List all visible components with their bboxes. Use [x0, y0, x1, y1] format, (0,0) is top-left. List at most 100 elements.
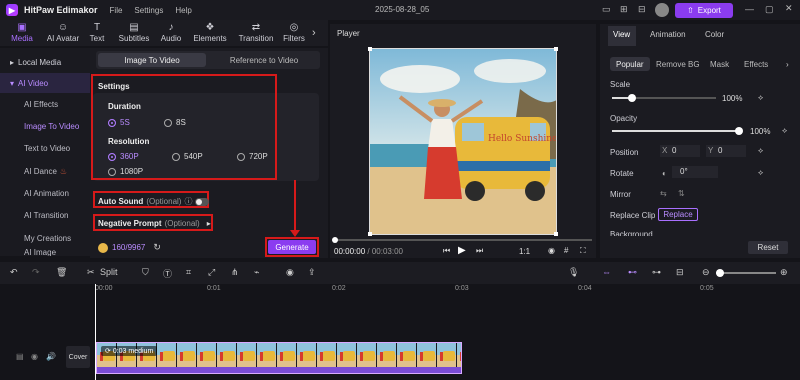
maximize-icon[interactable]: ▢ [765, 4, 774, 15]
redo-icon[interactable]: ↷ [32, 267, 40, 278]
preview-image[interactable]: Hello Sunshine Everyone [369, 48, 557, 235]
sidebar-item-image-to-video[interactable]: Image To Video [0, 116, 90, 136]
keyframe-icon[interactable]: ⟡ [758, 168, 763, 178]
sidebar-item-local-media[interactable]: ▸ Local Media [0, 52, 90, 72]
keyframe-icon[interactable]: ⟡ [758, 146, 763, 156]
minimize-icon[interactable]: — [745, 4, 754, 14]
track-lock-icon[interactable]: ▤ [16, 352, 24, 361]
playhead[interactable] [95, 284, 96, 380]
tab-ai-avatar[interactable]: ☺ AI Avatar [41, 22, 85, 43]
undo-icon[interactable]: ↶ [10, 267, 18, 278]
mirror-horizontal-icon[interactable]: ⇆ [660, 189, 667, 198]
replace-button[interactable]: Replace [658, 208, 698, 221]
rotate-field[interactable]: 0° [672, 166, 718, 178]
cover-button[interactable]: Cover [66, 346, 90, 368]
sidebar-item-my-creations[interactable]: My Creations [0, 228, 90, 248]
position-y-field[interactable]: Y 0 [706, 145, 746, 157]
duration-8s-radio[interactable]: 8S [164, 118, 186, 127]
resolution-720p-radio[interactable]: 720P [237, 152, 268, 161]
zoom-slider[interactable] [716, 272, 776, 274]
resolution-360p-radio[interactable]: 360P [108, 152, 139, 161]
sidebar-item-ai-dance[interactable]: AI Dance ♨ [0, 161, 90, 181]
previous-frame-icon[interactable]: ⏮ [443, 246, 450, 256]
sidebar-item-ai-video[interactable]: ▾ AI Video [0, 73, 90, 93]
export-clip-icon[interactable]: ⇪ [308, 267, 316, 278]
split-icon[interactable]: ✂ [87, 267, 95, 278]
delete-icon[interactable]: 🗑 [56, 267, 67, 278]
grid-icon[interactable]: # [564, 246, 568, 255]
chevron-right-icon[interactable]: › [786, 60, 789, 69]
keyframe-icon[interactable]: ⟡ [782, 126, 787, 136]
zoom-slider-knob[interactable] [716, 269, 724, 277]
resolution-540p-radio[interactable]: 540P [172, 152, 203, 161]
resize-handle[interactable] [368, 232, 372, 236]
tab-audio[interactable]: ♪ Audio [154, 22, 188, 43]
magnet-icon[interactable]: ⊷ [628, 267, 637, 278]
track-visibility-icon[interactable]: ◉ [31, 352, 38, 361]
mirror-icon[interactable]: ⋔ [231, 267, 239, 278]
opacity-slider-knob[interactable] [735, 127, 743, 135]
menu-settings[interactable]: Settings [134, 6, 163, 15]
scale-slider-knob[interactable] [628, 94, 636, 102]
tab-animation[interactable]: Animation [650, 30, 686, 39]
sidebar-item-ai-image[interactable]: AI Image [0, 248, 90, 256]
zoom-out-icon[interactable]: ⊖ [702, 267, 710, 278]
track-audio-icon[interactable]: 🔊 [46, 352, 56, 361]
resize-handle[interactable] [554, 232, 558, 236]
timeline-ruler[interactable]: 00:00 0:01 0:02 0:03 0:04 0:05 [95, 284, 800, 296]
fullscreen-icon[interactable]: ⛶ [580, 246, 586, 256]
gift-icon[interactable]: ⊟ [638, 4, 646, 15]
info-icon[interactable]: ⓘ [184, 196, 192, 207]
refresh-icon[interactable]: ↻ [153, 242, 161, 253]
rotate-dial-icon[interactable]: ◐ [662, 169, 667, 178]
opacity-slider[interactable] [612, 130, 740, 132]
text-box-icon[interactable]: Ⓣ [163, 267, 172, 280]
position-x-field[interactable]: X 0 [660, 145, 700, 157]
chip-effects[interactable]: Effects [738, 57, 774, 71]
avatar[interactable] [655, 3, 669, 17]
reset-button[interactable]: Reset [748, 241, 788, 254]
player-progress-track[interactable] [334, 239, 592, 241]
tab-media[interactable]: ▣ Media [2, 22, 42, 43]
tab-image-to-video[interactable]: Image To Video [98, 53, 206, 67]
snapshot-icon[interactable]: ◉ [548, 246, 555, 255]
generate-button[interactable]: Generate [268, 240, 316, 254]
speed-icon[interactable]: ⌁ [254, 267, 259, 278]
tab-transition[interactable]: ⇄ Transition [234, 22, 278, 43]
snap-icon[interactable]: ⊶ [652, 267, 661, 278]
shield-icon[interactable]: ⛉ [142, 267, 149, 278]
tab-view[interactable]: View [613, 30, 630, 39]
resize-icon[interactable]: ⤢ [208, 267, 215, 278]
resize-handle[interactable] [554, 47, 558, 51]
menu-file[interactable]: File [110, 6, 123, 15]
negative-prompt-row[interactable]: Negative Prompt (Optional) ▸ [98, 219, 211, 228]
tab-elements[interactable]: ❖ Elements [190, 22, 230, 43]
play-icon[interactable]: ▶ [458, 245, 466, 256]
fit-icon[interactable]: ⊟ [676, 267, 684, 278]
opacity-value[interactable]: 100% [750, 127, 770, 136]
sidebar-item-ai-animation[interactable]: AI Animation [0, 183, 90, 203]
crop-icon[interactable]: ⌗ [186, 267, 191, 278]
video-clip[interactable]: ⟳ 0:03 medium [96, 342, 462, 374]
microphone-icon[interactable]: 🎙 [568, 267, 579, 278]
tab-reference-to-video[interactable]: Reference to Video [210, 53, 318, 67]
sidebar-item-ai-transition[interactable]: AI Transition [0, 205, 90, 225]
export-button[interactable]: ⇧ Export [675, 3, 733, 18]
cart-icon[interactable]: ⊞ [620, 4, 628, 15]
sidebar-item-text-to-video[interactable]: Text to Video [0, 138, 90, 158]
tab-filters[interactable]: ◎ Filters [280, 22, 308, 43]
chevron-right-icon[interactable]: › [312, 27, 316, 39]
tab-text[interactable]: T Text [80, 22, 114, 43]
keyframe-icon[interactable]: ⟡ [758, 93, 763, 103]
player-progress-knob[interactable] [332, 237, 338, 243]
scale-value[interactable]: 100% [722, 94, 742, 103]
zoom-in-icon[interactable]: ⊕ [780, 267, 788, 278]
tab-subtitles[interactable]: ▤ Subtitles [113, 22, 155, 43]
chip-remove-bg[interactable]: Remove BG [650, 57, 706, 71]
split-button[interactable]: Split [100, 267, 118, 277]
avatar-tool-icon[interactable]: ◉ [286, 267, 294, 278]
sidebar-item-ai-effects[interactable]: AI Effects [0, 94, 90, 114]
link-icon[interactable]: ⇔ [602, 267, 611, 277]
duration-5s-radio[interactable]: 5S [108, 118, 130, 127]
aspect-ratio-dropdown[interactable]: 1:1 [519, 247, 530, 256]
